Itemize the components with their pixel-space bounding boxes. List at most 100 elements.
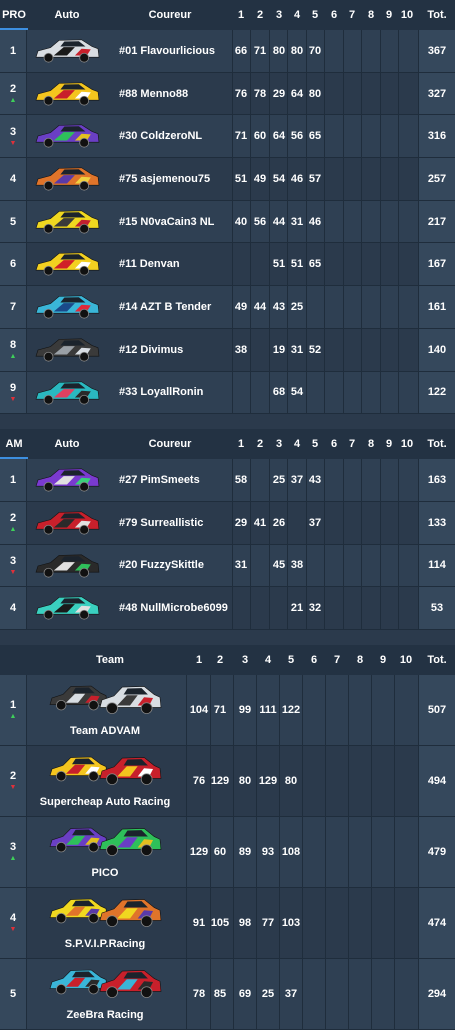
- round-score: [344, 502, 361, 544]
- round-score: 111: [259, 703, 277, 716]
- round-score: [344, 201, 361, 243]
- round-10-header: 10: [400, 438, 414, 451]
- team-name[interactable]: S.P.V.I.P.Racing: [30, 938, 180, 950]
- column-divider: [343, 501, 344, 544]
- standings-row[interactable]: 3 ▼ #20 FuzzySkittle 31 45 38 114: [0, 544, 455, 588]
- total-points: 167: [418, 243, 455, 286]
- standings-row[interactable]: 2 ▲ #88 Menno88 76 78 29 64 80 327: [0, 72, 455, 116]
- round-score: 64: [272, 130, 286, 143]
- column-divider: [210, 887, 211, 958]
- team-standings-row[interactable]: 4 ▼ S.P.V.I.P.Racing 91 105 98 77 103 474: [0, 887, 455, 959]
- standings-row[interactable]: 8 ▲ #12 Divimus 38 19 31 52 140: [0, 328, 455, 372]
- total-points: 507: [418, 674, 455, 745]
- pro-tab[interactable]: PRO: [0, 0, 28, 30]
- column-divider: [302, 887, 303, 958]
- standings-row[interactable]: 6 #11 Denvan 51 51 65 167: [0, 243, 455, 287]
- car-livery-image: [35, 210, 100, 234]
- driver-name[interactable]: #01 Flavourlicious: [119, 30, 215, 72]
- round-score: [326, 201, 343, 243]
- round-score: [252, 545, 269, 587]
- round-score: 57: [308, 172, 322, 185]
- column-divider: [398, 328, 399, 371]
- team-name[interactable]: Team ADVAM: [30, 725, 180, 737]
- driver-name[interactable]: #48 NullMicrobe6099: [119, 587, 228, 629]
- team-standings-row[interactable]: 5 ZeeBra Racing 78 85 69 25 37 294: [0, 958, 455, 1030]
- round-score: 25: [290, 300, 304, 313]
- team-standings-row[interactable]: 3 ▲ PICO 129 60 89 93 108 479: [0, 816, 455, 888]
- column-divider: [325, 674, 326, 745]
- round-score: [381, 329, 398, 371]
- round-score: [363, 459, 380, 501]
- driver-name[interactable]: #15 N0vaCain3 NL: [119, 201, 214, 243]
- column-divider: [210, 958, 211, 1029]
- round-score: 68: [272, 386, 286, 399]
- position-cell: 2 ▲: [0, 72, 27, 115]
- team-standings-row[interactable]: 1 ▲ Team ADVAM 104 71 99 111 122 507: [0, 674, 455, 746]
- round-score: 80: [308, 87, 322, 100]
- driver-name[interactable]: #88 Menno88: [119, 73, 188, 115]
- round-score: 78: [253, 87, 267, 100]
- column-divider: [343, 30, 344, 72]
- team-name[interactable]: PICO: [30, 867, 180, 879]
- driver-name[interactable]: #14 AZT B Tender: [119, 286, 211, 328]
- position-cell: 1: [0, 30, 27, 72]
- standings-row[interactable]: 4 #75 asjemenou75 51 49 54 46 57 257: [0, 158, 455, 201]
- team-standings-row[interactable]: 2 ▼ Supercheap Auto Racing 76 129 80 129 80 494: [0, 745, 455, 817]
- round-score: [399, 372, 416, 414]
- team-name[interactable]: Supercheap Auto Racing: [30, 796, 180, 808]
- column-divider: [398, 501, 399, 544]
- standings-row[interactable]: 9 ▼ #33 LoyallRonin 68 54 122: [0, 371, 455, 415]
- standings-row[interactable]: 3 ▼ #30 ColdzeroNL 71 60 64 56 65 316: [0, 115, 455, 159]
- round-score: [399, 201, 416, 243]
- driver-name[interactable]: #75 asjemenou75: [119, 158, 210, 200]
- driver-name[interactable]: #20 FuzzySkittle: [119, 545, 204, 587]
- round-score: 58: [234, 474, 248, 487]
- round-score: [271, 587, 288, 629]
- position-up-icon: ▲: [9, 353, 17, 361]
- round-score: 65: [308, 258, 322, 271]
- driver-name[interactable]: #12 Divimus: [119, 329, 183, 371]
- driver-name[interactable]: #27 PimSmeets: [119, 459, 200, 501]
- column-divider: [210, 674, 211, 745]
- am-tab[interactable]: AM: [0, 429, 28, 460]
- position-number: 4: [9, 912, 17, 925]
- team-name[interactable]: ZeeBra Racing: [30, 1009, 180, 1021]
- column-divider: [302, 674, 303, 745]
- position-cell: 8 ▲: [0, 328, 27, 371]
- column-divider: [343, 587, 344, 629]
- column-divider: [361, 115, 362, 158]
- position-number: 1: [9, 474, 17, 487]
- round-score: 104: [189, 703, 209, 716]
- column-divider: [394, 745, 395, 816]
- round-score: [252, 243, 269, 285]
- column-divider: [287, 371, 288, 414]
- team-cars-image: [49, 969, 162, 998]
- position-down-icon: ▼: [9, 568, 17, 576]
- position-number: 1: [9, 44, 17, 57]
- column-divider: [287, 115, 288, 158]
- round-score: 103: [281, 916, 301, 929]
- round-score: [381, 372, 398, 414]
- column-divider: [348, 745, 349, 816]
- standings-row[interactable]: 4 #48 NullMicrobe6099 21 32 53: [0, 587, 455, 630]
- standings-row[interactable]: 7 #14 AZT B Tender 49 44 43 25 161: [0, 286, 455, 329]
- driver-name[interactable]: #30 ColdzeroNL: [119, 115, 202, 157]
- car-livery-image: [35, 295, 100, 319]
- standings-row[interactable]: 1 #01 Flavourlicious 66 71 80 80 70 367: [0, 30, 455, 73]
- column-divider: [371, 887, 372, 958]
- driver-name[interactable]: #79 Surreallistic: [119, 502, 203, 544]
- round-score: [399, 30, 416, 72]
- section-gap: [0, 414, 455, 430]
- driver-name[interactable]: #11 Denvan: [119, 243, 180, 285]
- round-score: 69: [238, 987, 252, 1000]
- standings-row[interactable]: 2 ▲ #79 Surreallistic 29 41 26 37 133: [0, 501, 455, 545]
- column-divider: [394, 816, 395, 887]
- column-divider: [343, 459, 344, 501]
- standings-row[interactable]: 1 #27 PimSmeets 58 25 37 43 163: [0, 459, 455, 502]
- column-divider: [343, 115, 344, 158]
- standings-row[interactable]: 5 #15 N0vaCain3 NL 40 56 44 31 46 217: [0, 200, 455, 244]
- column-divider: [380, 371, 381, 414]
- total-points: 114: [418, 544, 455, 587]
- column-divider: [186, 958, 187, 1029]
- driver-name[interactable]: #33 LoyallRonin: [119, 372, 203, 414]
